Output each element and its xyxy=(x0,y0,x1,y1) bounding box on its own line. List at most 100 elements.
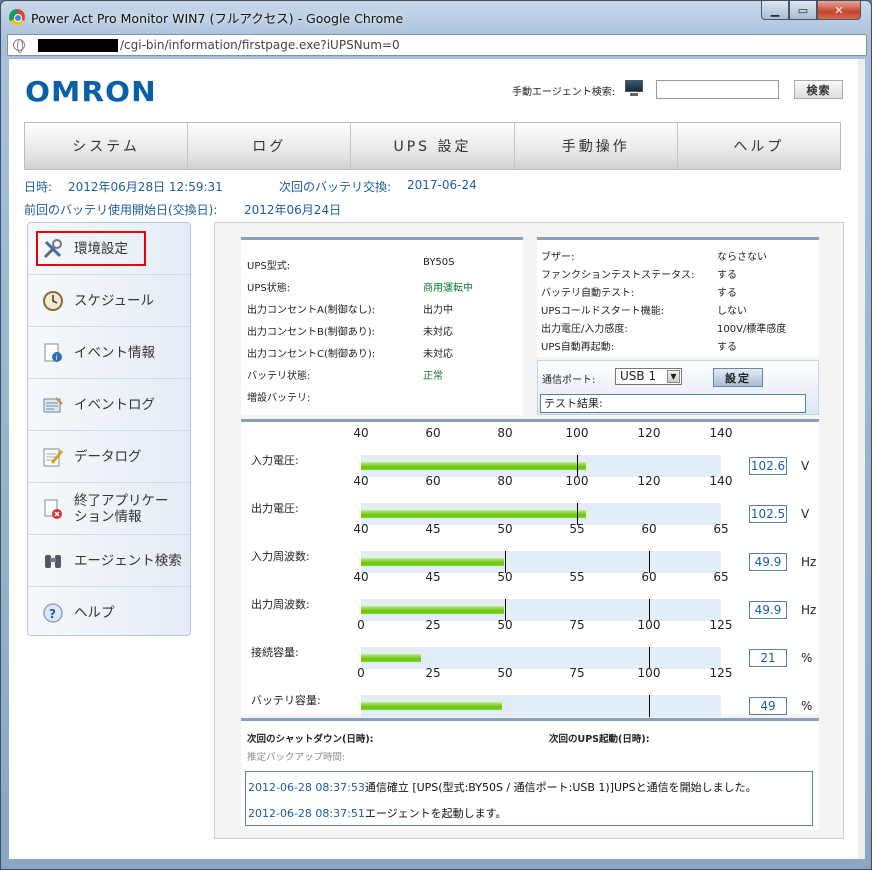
meter-value: 49.9 xyxy=(749,601,787,619)
url-redacted-host xyxy=(38,39,118,52)
info-document-icon: i xyxy=(44,343,62,362)
svg-text:i: i xyxy=(56,354,58,362)
page-content: OMRON 手動エージェント検索: 検索 システム ログ UPS 設定 手動操作… xyxy=(9,59,865,859)
meter-unit: % xyxy=(801,699,813,713)
sidebar-item-help[interactable]: ? ヘルプ xyxy=(28,587,190,639)
meter-label: 接続容量: xyxy=(251,646,299,659)
log-message: エージェントを起動します。 xyxy=(364,807,507,820)
ups-model-label: UPS型式: xyxy=(247,261,291,272)
meter-unit: V xyxy=(801,459,810,473)
meter-ticks: 40 45 50 55 60 65 xyxy=(353,570,728,584)
output-voltage-value: 100V/標準感度 xyxy=(717,324,787,335)
tick-label: 60 xyxy=(641,522,657,536)
window-controls: ▁ ▭ ✕ xyxy=(761,1,861,20)
close-button[interactable]: ✕ xyxy=(817,1,861,20)
sidebar-item-label: 終了アプリケー ション情報 xyxy=(74,492,169,525)
nav-manual-operation[interactable]: 手動操作 xyxy=(515,123,678,169)
tick-label: 100 xyxy=(637,666,661,680)
set-button[interactable]: 設定 xyxy=(713,368,763,387)
sidebar-item-event-info[interactable]: i イベント情報 xyxy=(28,327,190,379)
outlet-a-value: 出力中 xyxy=(423,305,453,316)
tick-label: 80 xyxy=(497,474,513,488)
meter-fill xyxy=(361,510,586,518)
tick-label: 55 xyxy=(569,570,585,584)
binoculars-icon xyxy=(45,554,61,568)
nav-help[interactable]: ヘルプ xyxy=(678,123,840,169)
meter-row: バッテリ容量: 0 25 50 75 100 125 49% xyxy=(241,666,819,717)
log-line: 2012-06-28 08:37:53通信確立 [UPS(型式:BY50S / … xyxy=(248,779,757,795)
sidebar: 環境設定 スケジュール i イベント情報 イベントログ データログ 終了アプリケ… xyxy=(27,222,191,636)
outlet-c-value: 未対応 xyxy=(423,349,453,360)
sidebar-item-label: スケジュール xyxy=(74,292,155,309)
battery-state-label: バッテリ状態: xyxy=(247,371,311,382)
agent-search-input[interactable] xyxy=(656,80,779,99)
tick-label: 50 xyxy=(497,570,513,584)
outlet-b-value: 未対応 xyxy=(423,327,453,338)
meter-label: 出力電圧: xyxy=(251,502,299,515)
sidebar-item-label: ヘルプ xyxy=(74,605,115,621)
tick-label: 60 xyxy=(425,474,441,488)
next-shutdown-label: 次回のシャットダウン(日時): xyxy=(247,734,374,745)
maximize-button[interactable]: ▭ xyxy=(789,1,817,20)
clock-icon xyxy=(43,290,63,311)
url-text[interactable]: /cgi-bin/information/firstpage.exe?iUPSN… xyxy=(120,38,400,52)
log-message: 通信確立 [UPS(型式:BY50S / 通信ポート:USB 1)]UPSと通信… xyxy=(364,781,757,794)
app-close-icon xyxy=(44,499,62,519)
tick-label: 45 xyxy=(425,522,441,536)
meter-ticks: 0 25 50 75 100 125 xyxy=(357,618,732,632)
main-panel: UPS型式: BY50S UPS状態: 商用運転中 出力コンセントA(制御なし)… xyxy=(214,222,844,839)
meter-fill xyxy=(361,558,504,566)
tick-label: 55 xyxy=(569,522,585,536)
nav-log[interactable]: ログ xyxy=(188,123,352,169)
tick-label: 100 xyxy=(565,426,589,440)
buzzer-value: ならさない xyxy=(717,252,767,263)
meter-value: 102.5 xyxy=(749,505,787,523)
meter-row: 入力周波数: 40 45 50 55 60 65 49.9 Hz xyxy=(241,522,819,573)
event-log-box: 2012-06-28 08:37:53通信確立 [UPS(型式:BY50S / … xyxy=(245,771,813,826)
tick-label: 140 xyxy=(709,426,733,440)
address-bar[interactable]: /cgi-bin/information/firstpage.exe?iUPSN… xyxy=(7,34,867,56)
log-icon xyxy=(43,396,63,412)
buzzer-label: ブザー: xyxy=(541,252,575,263)
next-battery-value: 2017-06-24 xyxy=(407,178,477,192)
battery-start-label: 前回のバッテリ使用開始日(交換日): xyxy=(24,203,218,217)
next-startup-label: 次回のUPS起動(日時): xyxy=(549,734,650,745)
datetime-value: 2012年06月28日 12:59:31 xyxy=(68,180,223,194)
meter-value: 49.9 xyxy=(749,553,787,571)
chevron-down-icon[interactable]: ▼ xyxy=(667,370,680,383)
tick-label: 125 xyxy=(709,666,733,680)
nav-system[interactable]: システム xyxy=(25,123,189,169)
cold-start-label: UPSコールドスタート機能: xyxy=(541,306,665,317)
sidebar-item-agent-search[interactable]: エージェント検索 xyxy=(28,535,190,587)
meter-unit: Hz xyxy=(801,555,817,569)
meter-row: 出力周波数: 40 45 50 55 60 65 49.9 Hz xyxy=(241,570,819,621)
sidebar-item-shutdown-app-info[interactable]: 終了アプリケー ション情報 xyxy=(28,483,190,535)
sidebar-item-event-log[interactable]: イベントログ xyxy=(28,379,190,431)
log-time: 2012-06-28 08:37:53 xyxy=(248,781,365,794)
minimize-button[interactable]: ▁ xyxy=(761,1,789,20)
tick-label: 40 xyxy=(353,474,369,488)
svg-text:?: ? xyxy=(49,607,56,621)
datetime-label: 日時: xyxy=(24,180,53,194)
sidebar-item-data-log[interactable]: データログ xyxy=(28,431,190,483)
tick-label: 50 xyxy=(497,522,513,536)
search-button[interactable]: 検索 xyxy=(794,80,843,99)
meter-area: 入力電圧: 40 60 80 100 120 140 102.6 V 出力電圧: 40 60 80 100… xyxy=(241,419,819,717)
nav-ups-settings[interactable]: UPS 設定 xyxy=(351,123,515,169)
meter-unit: Hz xyxy=(801,603,817,617)
vertical-scrollbar[interactable] xyxy=(858,59,865,859)
auto-restart-label: UPS自動再起動: xyxy=(541,342,615,353)
ups-state-label: UPS状態: xyxy=(247,283,291,294)
tick-label: 140 xyxy=(709,474,733,488)
agent-search-label: 手動エージェント検索: xyxy=(512,87,616,98)
ups-state-value: 商用運転中 xyxy=(423,283,473,294)
port-select[interactable]: USB 1 ▼ xyxy=(615,368,682,385)
tick-label: 75 xyxy=(569,666,585,680)
title-bar: Power Act Pro Monitor WIN7 (フルアクセス) - Go… xyxy=(1,1,871,33)
sidebar-item-schedule[interactable]: スケジュール xyxy=(28,275,190,327)
tick-label: 25 xyxy=(425,666,441,680)
sidebar-item-label: イベント情報 xyxy=(74,344,155,361)
monitor-icon xyxy=(625,80,643,96)
port-label: 通信ポート: xyxy=(542,375,596,386)
chrome-icon xyxy=(9,9,25,25)
